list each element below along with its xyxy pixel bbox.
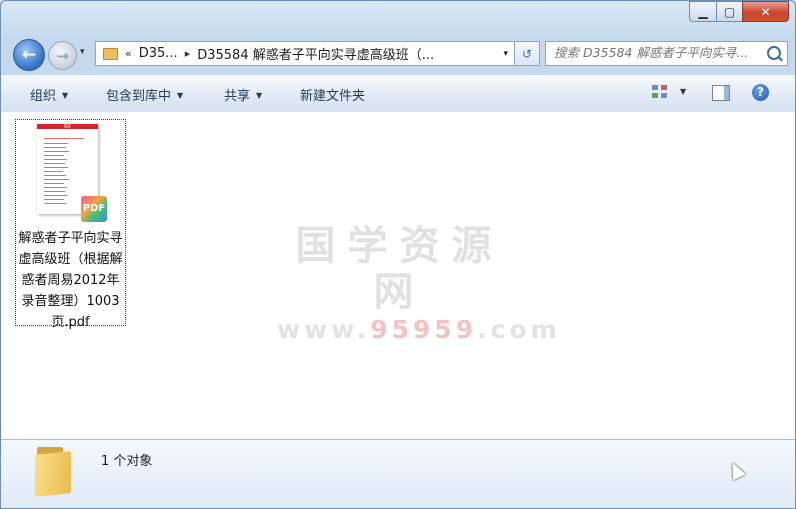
address-bar[interactable]: « D35... ▸ D35584 解惑者子平向实寻虚高级班（... ▾ <box>95 41 515 66</box>
navigation-bar: ← → ▾ « D35... ▸ D35584 解惑者子平向实寻虚高级班（...… <box>1 39 795 71</box>
breadcrumb-parent[interactable]: D35... <box>139 46 178 61</box>
refresh-button[interactable]: ↺ <box>514 41 540 66</box>
minimize-button[interactable]: ▁ <box>689 1 716 22</box>
change-view-icon[interactable] <box>652 85 668 99</box>
forward-button[interactable]: → <box>48 41 77 70</box>
search-icon[interactable] <box>767 46 781 60</box>
organize-menu[interactable]: 组织 ▼ <box>30 85 68 104</box>
watermark-title: 国学资源网 <box>295 223 504 315</box>
mouse-cursor-icon <box>726 459 746 481</box>
explorer-window: ▁ ▢ ✕ ← → ▾ « D35... ▸ D35584 解惑者子平向实寻虚高… <box>0 0 796 509</box>
address-overflow-chevron[interactable]: « <box>125 47 132 60</box>
chevron-down-icon: ▼ <box>177 91 184 100</box>
search-box[interactable] <box>545 41 788 66</box>
share-menu[interactable]: 共享 ▼ <box>224 85 262 104</box>
new-folder-button[interactable]: 新建文件夹 <box>300 85 365 104</box>
include-in-library-menu[interactable]: 包含到库中 ▼ <box>106 85 183 104</box>
window-caption-buttons: ▁ ▢ ✕ <box>689 1 789 22</box>
maximize-button[interactable]: ▢ <box>716 1 742 22</box>
file-list-area[interactable]: PDF PDF 解惑者子平向实寻虚高级班（根据解惑者周易2012年录音整理）10… <box>1 112 795 439</box>
watermark: 国学资源网 www.95959.com <box>277 223 561 344</box>
details-pane: 1 个对象 <box>1 439 795 508</box>
back-button[interactable]: ← <box>13 39 45 71</box>
preview-pane-icon[interactable] <box>712 85 730 101</box>
folder-icon <box>103 47 118 60</box>
breadcrumb-separator-icon[interactable]: ▸ <box>185 47 191 60</box>
arrow-left-icon: ← <box>21 45 37 65</box>
file-item[interactable]: PDF PDF 解惑者子平向实寻虚高级班（根据解惑者周易2012年录音整理）10… <box>15 119 126 330</box>
view-options-dropdown[interactable]: ▼ <box>680 87 686 96</box>
close-button[interactable]: ✕ <box>742 1 789 22</box>
refresh-icon: ↺ <box>521 46 533 61</box>
item-count: 1 个对象 <box>101 454 153 469</box>
chevron-down-icon: ▼ <box>62 91 69 100</box>
chevron-down-icon: ▼ <box>256 91 263 100</box>
arrow-right-icon: → <box>56 46 69 65</box>
address-dropdown[interactable]: ▾ <box>503 49 508 59</box>
watermark-url: www.95959.com <box>277 315 561 344</box>
file-name[interactable]: 解惑者子平向实寻虚高级班（根据解惑者周易2012年录音整理）1003页.pdf <box>16 228 125 333</box>
search-input[interactable] <box>546 42 766 63</box>
recent-pages-dropdown[interactable]: ▾ <box>80 47 85 57</box>
folder-icon <box>33 447 71 497</box>
command-bar: 组织 ▼ 包含到库中 ▼ 共享 ▼ 新建文件夹 ▼ ? <box>1 75 795 113</box>
pdf-file-icon: PDF <box>81 196 107 222</box>
help-icon[interactable]: ? <box>752 84 769 101</box>
breadcrumb-current[interactable]: D35584 解惑者子平向实寻虚高级班（... <box>197 44 434 63</box>
